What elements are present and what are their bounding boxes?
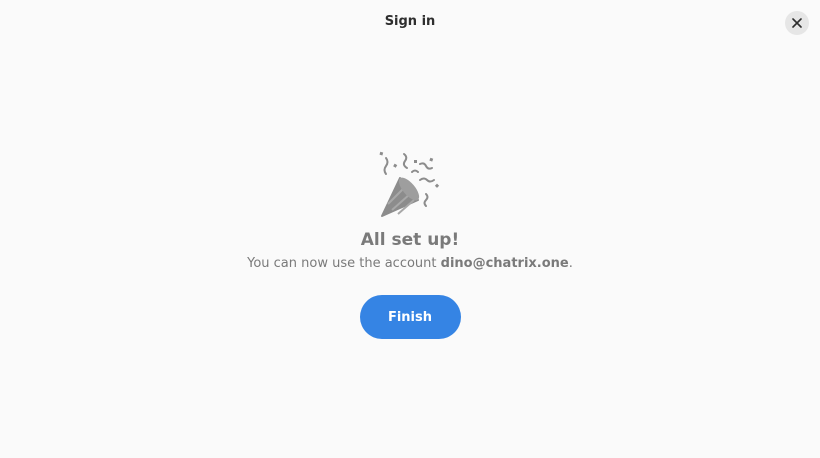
message-suffix: . <box>568 256 573 271</box>
account-address: dino@chatrix.one <box>440 256 569 271</box>
close-icon <box>792 18 802 28</box>
sign-in-dialog: Sign in All set up! You can now use the … <box>0 0 820 458</box>
status-description: You can now use the account dino@chatrix… <box>247 256 573 271</box>
message-prefix: You can now use the account <box>247 256 441 271</box>
header-bar: Sign in <box>0 0 820 46</box>
close-button[interactable] <box>785 11 809 35</box>
party-popper-icon <box>379 151 440 217</box>
status-page: All set up! You can now use the account … <box>0 148 820 339</box>
status-title: All set up! <box>360 230 460 250</box>
dialog-title: Sign in <box>384 14 436 29</box>
finish-button[interactable]: Finish <box>359 295 461 339</box>
